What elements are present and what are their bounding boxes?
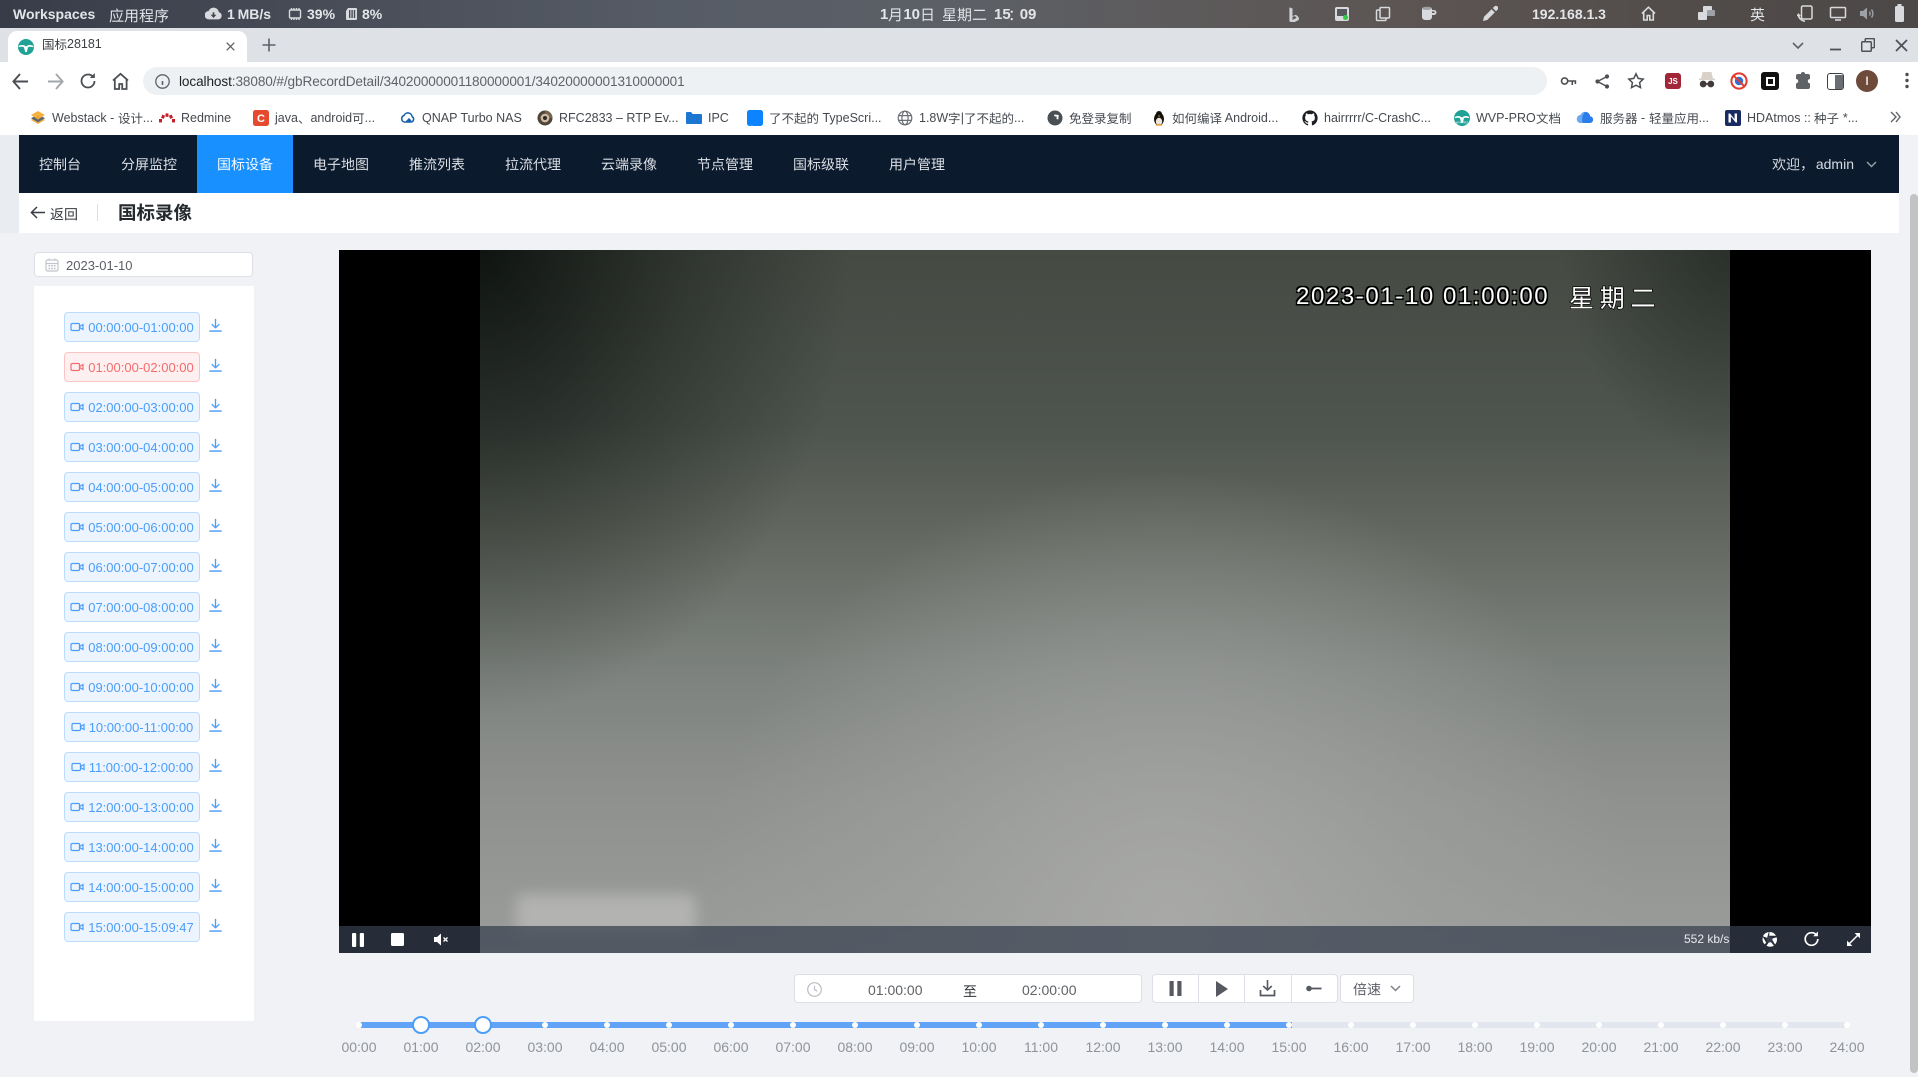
svg-text:WVP-PRO: WVP-PRO xyxy=(1456,120,1468,124)
svg-text:C: C xyxy=(257,113,265,125)
